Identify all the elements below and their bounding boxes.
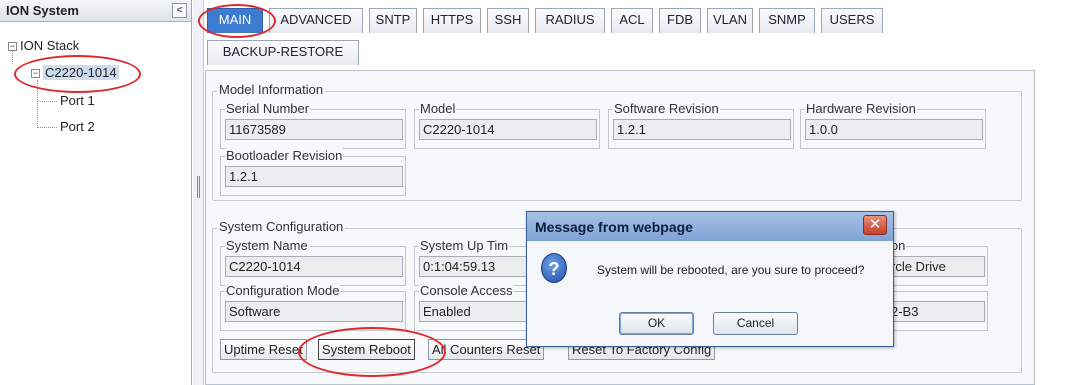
field-label: System Up Tim <box>419 238 510 253</box>
configuration-mode-value: Software <box>225 301 403 322</box>
tab-radius[interactable]: RADIUS <box>535 8 605 33</box>
hardware-revision-value: 1.0.0 <box>805 119 983 140</box>
field-label: Serial Number <box>225 101 311 116</box>
tab-acl[interactable]: ACL <box>611 8 653 33</box>
configuration-mode-field: Configuration Mode Software <box>220 283 406 331</box>
collapse-node-icon[interactable]: − <box>31 69 40 79</box>
field-label: System Name <box>225 238 309 253</box>
splitter-grip-icon[interactable] <box>197 176 200 198</box>
dialog-title: Message from webpage <box>535 219 693 235</box>
tab-vlan[interactable]: VLAN <box>707 8 753 33</box>
hardware-revision-field: Hardware Revision 1.0.0 <box>800 101 986 149</box>
dialog-message: System will be rebooted, are you sure to… <box>597 263 865 277</box>
serial-number-value: 11673589 <box>225 119 403 140</box>
field-label: Hardware Revision <box>805 101 917 116</box>
tree-node-label: C2220-1014 <box>43 65 119 80</box>
tree-node-label: Port 2 <box>60 119 95 134</box>
collapse-node-icon[interactable]: − <box>8 42 17 52</box>
panel-splitter[interactable] <box>193 0 204 385</box>
tree-header: ION System < <box>0 0 191 22</box>
cancel-button[interactable]: Cancel <box>713 312 798 335</box>
dialog-body: ? System will be rebooted, are you sure … <box>527 241 893 346</box>
tree-node-ion-stack[interactable]: − ION Stack <box>8 38 79 53</box>
tab-snmp[interactable]: SNMP <box>759 8 815 33</box>
bootloader-revision-field: Bootloader Revision 1.2.1 <box>220 148 406 196</box>
navigation-tree: ION System < − ION Stack − C2220-1014 Port… <box>0 0 192 385</box>
field-label: Bootloader Revision <box>225 148 344 163</box>
tree-title: ION System <box>6 3 79 18</box>
tab-https[interactable]: HTTPS <box>423 8 481 33</box>
tab-backup-restore[interactable]: BACKUP-RESTORE <box>207 40 359 65</box>
tab-ssh[interactable]: SSH <box>487 8 529 33</box>
close-icon[interactable]: ✕ <box>863 215 887 235</box>
system-name-value: C2220-1014 <box>225 256 403 277</box>
software-revision-field: Software Revision 1.2.1 <box>608 101 794 149</box>
tree-node-port-1[interactable]: Port 1 <box>60 93 95 108</box>
hardware-id-value: 2-B3 <box>887 301 985 322</box>
tab-advanced[interactable]: ADVANCED <box>269 8 363 33</box>
tab-main[interactable]: MAIN <box>207 8 263 33</box>
dialog-titlebar[interactable]: Message from webpage ✕ <box>527 212 893 241</box>
field-label: Software Revision <box>613 101 720 116</box>
uptime-reset-button[interactable]: Uptime Reset <box>220 339 307 360</box>
field-label: Configuration Mode <box>225 283 341 298</box>
hardware-id-field: 2-B3 <box>882 291 988 331</box>
model-value: C2220-1014 <box>419 119 597 140</box>
field-label: Console Access <box>419 283 514 298</box>
tab-users[interactable]: USERS <box>821 8 883 33</box>
software-revision-value: 1.2.1 <box>613 119 791 140</box>
tree-node-label: ION Stack <box>20 38 80 53</box>
model-field: Model C2220-1014 <box>414 101 600 149</box>
group-title: System Configuration <box>217 219 346 234</box>
collapse-panel-icon[interactable]: < <box>172 3 187 18</box>
tab-fdb[interactable]: FDB <box>659 8 701 33</box>
system-location-value: rcle Drive <box>887 256 985 277</box>
bootloader-revision-value: 1.2.1 <box>225 166 403 187</box>
question-icon: ? <box>541 253 567 283</box>
ok-button[interactable]: OK <box>619 312 694 335</box>
tree-node-port-2[interactable]: Port 2 <box>60 119 95 134</box>
system-name-field: System Name C2220-1014 <box>220 238 406 286</box>
field-label: Model <box>419 101 457 116</box>
system-location-field: ion rcle Drive <box>882 238 988 286</box>
system-reboot-button[interactable]: System Reboot <box>318 339 415 360</box>
tree-node-c2220-1014[interactable]: − C2220-1014 <box>31 65 119 80</box>
tab-bar: MAIN ADVANCED SNTP HTTPS SSH RADIUS ACL … <box>205 8 1035 70</box>
tab-sntp[interactable]: SNTP <box>369 8 417 33</box>
confirm-dialog: Message from webpage ✕ ? System will be … <box>526 211 894 347</box>
tree-node-label: Port 1 <box>60 93 95 108</box>
group-title: Model Information <box>217 82 326 97</box>
serial-number-field: Serial Number 11673589 <box>220 101 406 149</box>
